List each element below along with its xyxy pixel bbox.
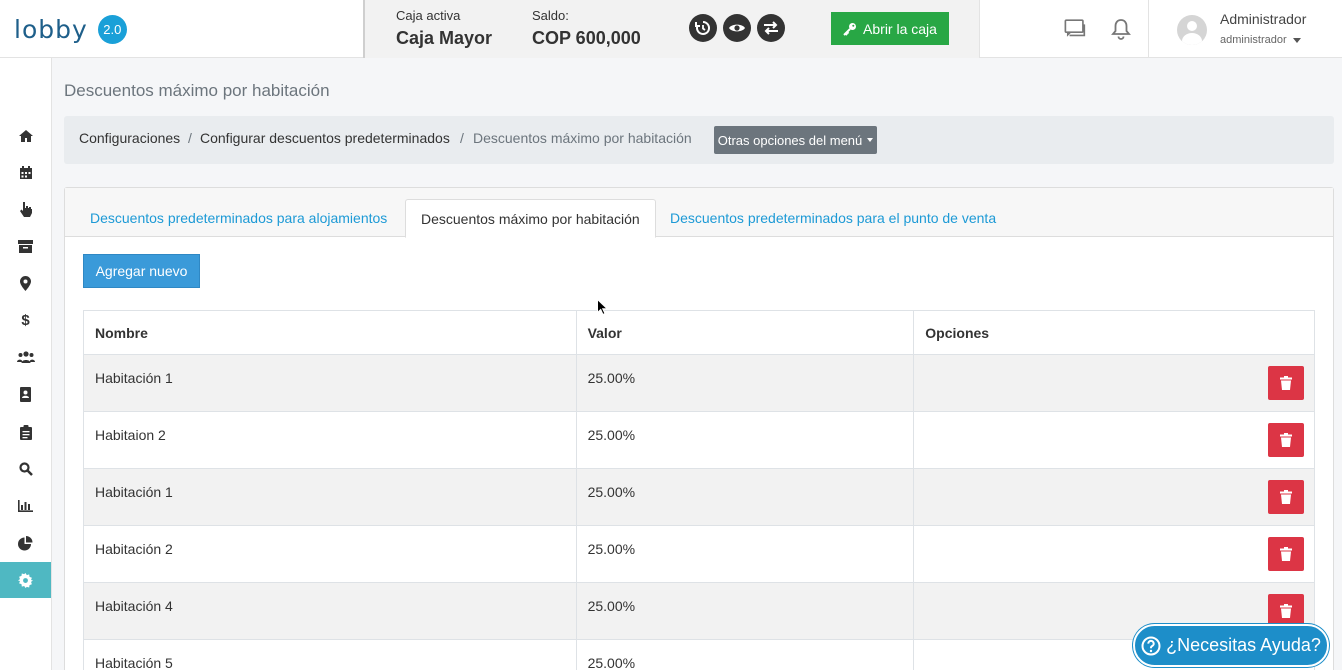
chat-icon[interactable]: [1064, 18, 1088, 40]
cell-value: 25.00%: [575, 411, 915, 469]
help-button-label: ¿Necesitas Ayuda?: [1166, 635, 1321, 655]
cell-value: 25.00%: [575, 354, 915, 412]
tab-accommodation-discounts[interactable]: Descuentos predeterminados para alojamie…: [75, 199, 402, 237]
mouse-cursor-icon: [597, 299, 608, 315]
delete-button[interactable]: [1268, 423, 1304, 457]
column-header-value[interactable]: Valor: [575, 310, 915, 355]
calendar-icon[interactable]: [0, 155, 51, 191]
table-row: Habitación 2 25.00%: [83, 525, 1315, 583]
tab-pos-discounts[interactable]: Descuentos predeterminados para el punto…: [655, 199, 1011, 237]
bell-icon[interactable]: [1109, 18, 1133, 40]
cell-value: 25.00%: [575, 639, 915, 670]
cell-name: Habitación 2: [83, 525, 577, 583]
version-badge: 2.0: [97, 14, 127, 44]
trash-icon: [1280, 433, 1292, 447]
discounts-table: Nombre Valor Opciones Habitación 1 25.00…: [83, 310, 1315, 670]
table-row: Habitación 5 25.00%: [83, 639, 1315, 670]
column-header-options: Opciones: [913, 310, 1315, 355]
table-row: Habitación 1 25.00%: [83, 468, 1315, 526]
question-circle-icon: [1141, 636, 1161, 655]
balance-label: Saldo:: [532, 8, 569, 23]
cell-name: Habitación 4: [83, 582, 577, 640]
logo-text: lobby: [14, 14, 88, 44]
top-bar: lobby 2.0 Caja activa Caja Mayor Saldo: …: [0, 0, 1342, 58]
bar-chart-icon[interactable]: [0, 488, 51, 524]
cell-options: [913, 468, 1315, 526]
user-name: Administrador: [1220, 11, 1307, 27]
breadcrumb-item-configuraciones[interactable]: Configuraciones: [79, 130, 180, 146]
cashbox-panel: Caja activa Caja Mayor Saldo: COP 600,00…: [363, 0, 980, 58]
pie-chart-icon[interactable]: [0, 525, 51, 561]
other-menu-options-label: Otras opciones del menú: [717, 132, 863, 148]
breadcrumb-item-configurar-descuentos[interactable]: Configurar descuentos predeterminados: [200, 130, 450, 146]
balance-value: COP 600,000: [532, 28, 641, 48]
breadcrumb-item-current: Descuentos máximo por habitación: [473, 130, 692, 146]
cell-name: Habitaion 2: [83, 411, 577, 469]
add-new-button[interactable]: Agregar nuevo: [83, 254, 200, 288]
chevron-down-icon: [1292, 37, 1301, 43]
trash-icon: [1280, 604, 1292, 618]
column-header-name[interactable]: Nombre: [83, 310, 577, 355]
user-role: administrador: [1220, 34, 1301, 46]
archive-icon[interactable]: [0, 228, 51, 264]
users-icon[interactable]: [0, 339, 51, 375]
trash-icon: [1280, 547, 1292, 561]
table-header-row: Nombre Valor Opciones: [83, 310, 1315, 355]
open-cashbox-label: Abrir la caja: [863, 20, 937, 37]
cell-options: [913, 411, 1315, 469]
dollar-icon[interactable]: $: [0, 302, 51, 338]
history-icon[interactable]: [689, 14, 717, 42]
home-icon[interactable]: [0, 118, 51, 154]
delete-button[interactable]: [1268, 537, 1304, 571]
sidebar: $: [0, 58, 52, 670]
breadcrumb: Configuraciones / Configurar descuentos …: [64, 116, 1334, 164]
clipboard-icon[interactable]: [0, 414, 51, 450]
trash-icon: [1280, 490, 1292, 504]
gear-icon[interactable]: [0, 562, 51, 598]
cell-name: Habitación 1: [83, 354, 577, 412]
tab-bar: Descuentos predeterminados para alojamie…: [65, 188, 1333, 238]
breadcrumb-separator: /: [460, 130, 464, 146]
map-marker-icon[interactable]: [0, 265, 51, 301]
user-menu[interactable]: Administrador administrador: [1148, 0, 1342, 58]
open-cashbox-button[interactable]: Abrir la caja: [831, 12, 949, 45]
table-row: Habitaion 2 25.00%: [83, 411, 1315, 469]
cell-options: [913, 354, 1315, 412]
cell-options: [913, 525, 1315, 583]
content-card: Descuentos predeterminados para alojamie…: [64, 187, 1334, 670]
table-row: Habitación 1 25.00%: [83, 354, 1315, 412]
other-menu-options-button[interactable]: Otras opciones del menú: [714, 126, 877, 154]
active-cashbox-value: Caja Mayor: [396, 28, 493, 48]
active-cashbox-label: Caja activa: [396, 8, 461, 23]
help-button[interactable]: ¿Necesitas Ayuda?: [1133, 624, 1329, 667]
trash-icon: [1280, 376, 1292, 390]
table-row: Habitación 4 25.00%: [83, 582, 1315, 640]
exchange-icon[interactable]: [757, 14, 785, 42]
page-title: Descuentos máximo por habitación: [64, 81, 330, 100]
eye-icon[interactable]: [723, 14, 751, 42]
hand-pointer-icon[interactable]: [0, 191, 51, 227]
cell-value: 25.00%: [575, 525, 915, 583]
delete-button[interactable]: [1268, 594, 1304, 628]
cell-value: 25.00%: [575, 582, 915, 640]
cell-name: Habitación 1: [83, 468, 577, 526]
tab-max-room-discount[interactable]: Descuentos máximo por habitación: [405, 199, 656, 238]
delete-button[interactable]: [1268, 480, 1304, 514]
cell-name: Habitación 5: [83, 639, 577, 670]
address-book-icon[interactable]: [0, 376, 51, 412]
chevron-down-icon: [867, 138, 874, 142]
avatar: [1177, 15, 1207, 45]
search-icon[interactable]: [0, 451, 51, 487]
app-logo[interactable]: lobby 2.0: [14, 12, 127, 46]
delete-button[interactable]: [1268, 366, 1304, 400]
cell-value: 25.00%: [575, 468, 915, 526]
breadcrumb-separator: /: [188, 130, 192, 146]
key-icon: [843, 22, 857, 36]
